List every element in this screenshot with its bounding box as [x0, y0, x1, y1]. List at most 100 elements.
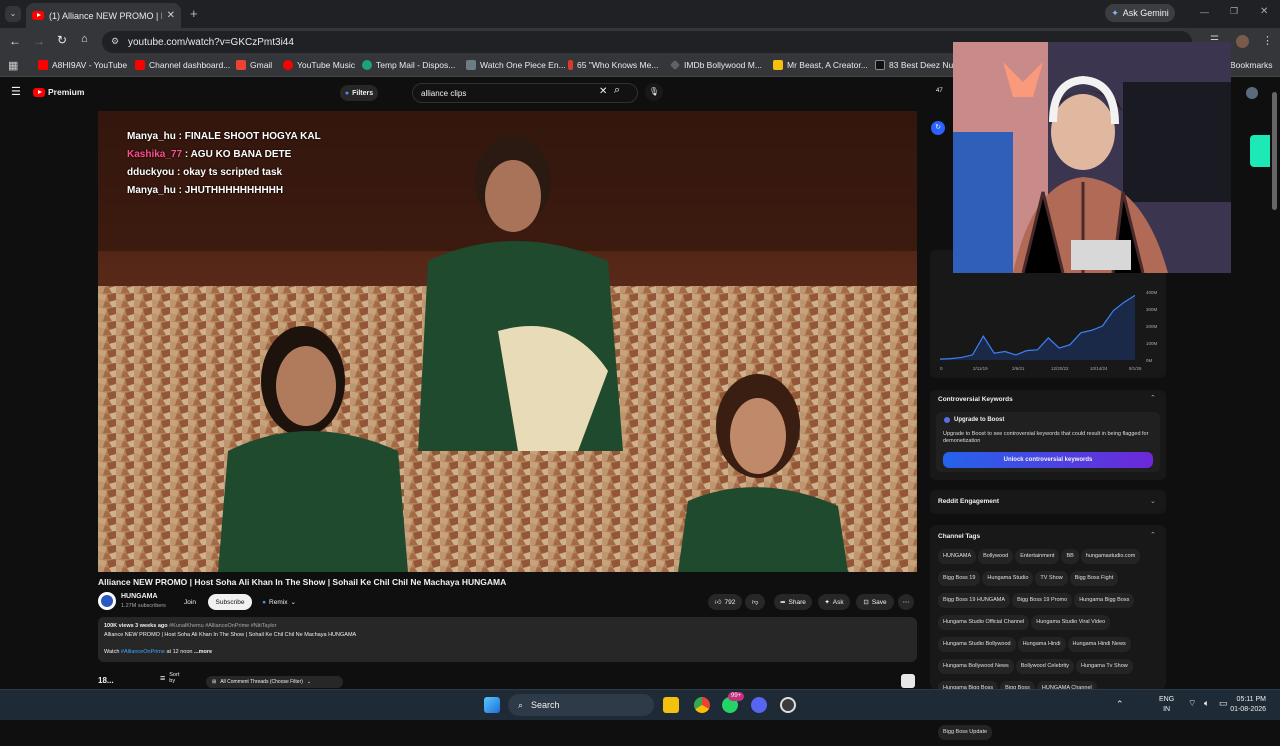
more-actions-button[interactable]: ⋯ — [898, 594, 914, 610]
bookmark-temp-mail[interactable]: Temp Mail - Dispos... — [362, 60, 455, 70]
obs-icon[interactable] — [780, 697, 796, 713]
scrollbar[interactable] — [1272, 92, 1277, 210]
hamburger-menu-icon[interactable]: ☰ — [11, 85, 21, 98]
new-tab-button[interactable]: + — [190, 6, 198, 21]
video-player[interactable]: Manya_hu : FINALE SHOOT HOGYA KAL Kashik… — [98, 111, 917, 572]
channel-tag[interactable]: TV Show — [1035, 571, 1068, 586]
voice-search-button[interactable]: 🎙 — [645, 83, 663, 101]
channel-tag[interactable]: Hungama Studio Viral Video — [1031, 615, 1111, 630]
home-icon[interactable]: ⌂ — [81, 33, 88, 45]
youtube-logo[interactable]: Premium — [33, 87, 84, 97]
bookmark-channel-dashboard[interactable]: Channel dashboard... — [135, 60, 230, 70]
channel-tag[interactable]: Hungama Bigg Boss — [1074, 593, 1135, 608]
tubebuddy-icon[interactable]: ↻ — [931, 121, 945, 135]
side-widget-icon[interactable] — [1250, 135, 1270, 167]
dislike-button[interactable]: 👎︎ — [745, 594, 765, 610]
description-stats: 100K views 3 weeks ago #KunalKhemu #Alli… — [104, 623, 277, 629]
x-tick-label: 0 — [940, 366, 943, 371]
ask-button[interactable]: ✦ Ask — [818, 594, 850, 610]
file-explorer-icon[interactable] — [663, 697, 679, 713]
reload-icon[interactable]: ↻ — [57, 33, 67, 47]
chevron-up-icon[interactable]: ⌃ — [1116, 699, 1124, 710]
sort-by-button[interactable]: ≡ Sort by — [160, 672, 185, 684]
description-box[interactable]: 100K views 3 weeks ago #KunalKhemu #Alli… — [98, 617, 917, 662]
channel-tag[interactable]: Bigg Boss Fight — [1069, 571, 1119, 586]
channel-tag[interactable]: Bigg Boss 19 Promo — [1012, 593, 1073, 608]
maximize-button[interactable]: ❐ — [1230, 6, 1238, 17]
filters-button[interactable]: ● Filters — [340, 85, 378, 101]
share-button[interactable]: ➦ Share — [774, 594, 812, 610]
ask-gemini-button[interactable]: ✦ Ask Gemini — [1105, 4, 1175, 22]
like-button[interactable]: 👍︎ 792 — [708, 594, 742, 610]
browser-menu-icon[interactable]: ⋮ — [1262, 34, 1273, 47]
remix-button[interactable]: ● Remix ⌄ — [256, 594, 302, 610]
forward-icon[interactable]: → — [33, 34, 45, 48]
search-input[interactable]: alliance clips ✕ — [412, 83, 638, 103]
channel-tag[interactable]: HUNGAMA — [938, 549, 977, 564]
minimize-button[interactable]: — — [1200, 7, 1209, 17]
windows-start-icon[interactable] — [484, 697, 500, 713]
x-tick-label: 8/1/26 — [1129, 366, 1142, 371]
channel-tag[interactable]: Bollywood — [978, 549, 1014, 564]
channel-tag[interactable]: Bigg Boss 19 — [938, 571, 981, 586]
wifi-icon[interactable]: ⌔ — [1188, 698, 1196, 709]
channel-tag[interactable]: Hungama Bollywood News — [938, 659, 1014, 674]
bookmark-one-piece[interactable]: Watch One Piece En... — [466, 60, 566, 70]
reddit-engagement-panel[interactable]: Reddit Engagement ⌄ — [930, 490, 1166, 514]
unlock-keywords-button[interactable]: Unlock controversial keywords — [943, 452, 1153, 468]
chrome-icon[interactable] — [694, 697, 710, 713]
channel-tag[interactable]: Bollywood Celebrity — [1015, 659, 1075, 674]
clock[interactable]: 05:11 PM 01-08-2026 — [1226, 695, 1266, 715]
channel-tag[interactable]: Hungama Studio Bollywood — [938, 637, 1016, 652]
back-icon[interactable]: ← — [9, 34, 21, 48]
comment-filter-dropdown[interactable]: ⊞ All Comment Threads (Choose Filter) ⌄ — [206, 676, 343, 688]
bookmark-youtube-music[interactable]: YouTube Music — [283, 60, 355, 70]
subscriber-count: 1.27M subscribers — [121, 603, 166, 609]
volume-icon[interactable]: 🔈︎ — [1204, 698, 1209, 709]
channel-tag[interactable]: Entertainment — [1015, 549, 1060, 564]
youtube-premium-label: Premium — [48, 87, 85, 97]
channel-tag[interactable]: Hungama Studio — [982, 571, 1034, 586]
save-button[interactable]: ⊡ Save — [856, 594, 894, 610]
channel-tag[interactable]: Hungama Tv Show — [1076, 659, 1133, 674]
channel-tag[interactable]: Bigg Boss Update — [938, 725, 993, 740]
discord-icon[interactable] — [751, 697, 767, 713]
mini-avatar-icon[interactable] — [901, 674, 915, 688]
channel-tag[interactable]: Bigg Boss 19 HUNGAMA — [938, 593, 1011, 608]
active-tab[interactable]: (1) Alliance NEW PROMO | Host ✕ — [26, 3, 181, 28]
all-bookmarks[interactable]: Bookmarks — [1230, 60, 1273, 70]
channel-tag[interactable]: Hungama Studio Official Channel — [938, 615, 1030, 630]
channel-tag[interactable]: Hungama Hindi News — [1067, 637, 1131, 652]
webcam-overlay — [953, 42, 1231, 273]
bookmark-who-knows-me[interactable]: 65 "Who Knows Me... — [568, 60, 658, 70]
clear-search-icon[interactable]: ✕ — [599, 86, 607, 97]
show-more-link[interactable]: ...more — [194, 649, 212, 655]
bookmark-imdb[interactable]: IMDb Bollywood M... — [670, 60, 762, 70]
site-info-icon[interactable]: ⚙ — [111, 36, 119, 47]
account-avatar[interactable] — [1246, 87, 1258, 99]
channel-avatar[interactable] — [98, 592, 116, 610]
search-button[interactable]: ⌕ — [614, 84, 620, 97]
channel-name[interactable]: HUNGAMA — [121, 593, 158, 600]
bookmark-gmail[interactable]: Gmail — [236, 60, 272, 70]
expand-icon[interactable]: ⌄ — [1150, 497, 1156, 505]
channel-tag[interactable]: BB — [1061, 549, 1079, 564]
bookmark-mr-beast[interactable]: Mr Beast, A Creator... — [773, 60, 868, 70]
bookmark-a8hi9av[interactable]: A8HI9AV - YouTube — [38, 60, 127, 70]
profile-avatar[interactable] — [1236, 35, 1249, 48]
tab-search-button[interactable]: ⌄ — [5, 6, 21, 22]
language-indicator[interactable]: ENG IN — [1159, 695, 1174, 715]
y-tick-label: 200M — [1146, 324, 1158, 329]
apps-grid-icon[interactable]: ▦ — [8, 59, 18, 72]
video-title: Alliance NEW PROMO | Host Soha Ali Khan … — [98, 577, 507, 587]
join-button[interactable]: Join — [178, 594, 202, 610]
collapse-icon[interactable]: ⌃ — [1150, 531, 1156, 539]
subscribe-button[interactable]: Subscribe — [208, 594, 252, 610]
channel-tag[interactable]: Hungama Hindi — [1017, 637, 1066, 652]
close-window-button[interactable]: ✕ — [1260, 6, 1268, 17]
close-tab-icon[interactable]: ✕ — [167, 10, 175, 21]
channel-tag[interactable]: hungamastudio.com — [1080, 549, 1141, 564]
taskbar-search[interactable]: ⌕ Search — [508, 694, 654, 716]
collapse-icon[interactable]: ⌃ — [1150, 394, 1156, 402]
bookmark-deez-nuts[interactable]: 83 Best Deez Nuts — [875, 60, 960, 70]
